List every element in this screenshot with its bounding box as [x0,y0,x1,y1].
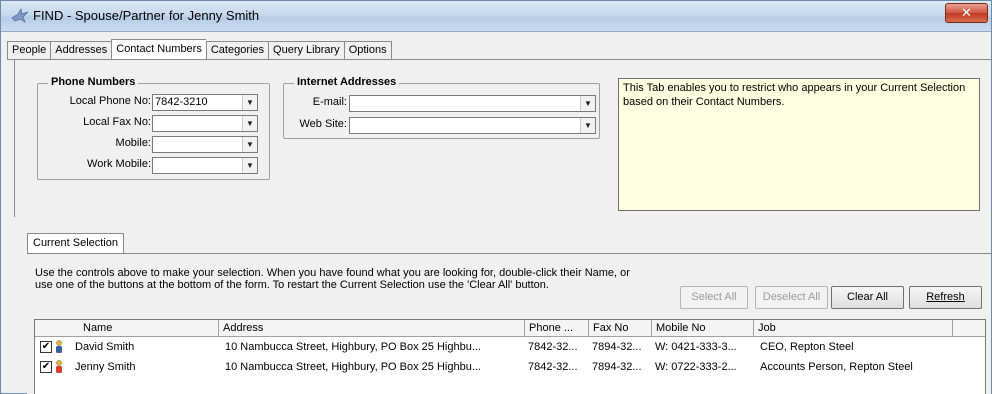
work-mobile-label: Work Mobile: [87,158,151,170]
local-phone-combo[interactable]: 7842-3210 ▼ [152,94,258,111]
email-combo[interactable]: ▼ [349,95,596,112]
refresh-button[interactable]: Refresh [909,286,982,309]
mobile-combo[interactable]: ▼ [152,136,258,153]
internet-addresses-title: Internet Addresses [294,76,400,88]
cell-name[interactable]: Jenny Smith [72,358,219,377]
cell-address: 10 Nambucca Street, Highbury, PO Box 25 … [225,341,481,353]
column-header-job[interactable]: Job [754,320,953,337]
deselect-all-button[interactable]: Deselect All [755,286,828,309]
find-window: FIND - Spouse/Partner for Jenny Smith ✕ … [0,0,992,394]
bird-icon [11,8,29,23]
table-row[interactable]: ✔ Jenny Smith 10 Nambucca Street, Highbu… [35,358,985,377]
chevron-down-icon[interactable]: ▼ [242,95,257,110]
local-fax-label: Local Fax No: [83,116,151,128]
tab-addresses[interactable]: Addresses [50,41,112,60]
cell-fax: 7894-32... [592,361,642,373]
cell-job: CEO, Repton Steel [760,341,854,353]
cell-phone: 7842-32... [528,361,578,373]
cell-job: Accounts Person, Repton Steel [760,361,913,373]
clear-all-button[interactable]: Clear All [831,286,904,309]
select-all-button[interactable]: Select All [680,286,748,309]
email-label: E-mail: [312,96,347,108]
info-box: This Tab enables you to restrict who app… [618,78,980,211]
row-checkbox[interactable]: ✔ [40,341,52,353]
local-phone-label: Local Phone No: [69,95,151,107]
person-icon [56,340,62,353]
tab-current-selection[interactable]: Current Selection [27,233,124,254]
chevron-down-icon[interactable]: ▼ [242,137,257,152]
title-bar[interactable]: FIND - Spouse/Partner for Jenny Smith ✕ [1,1,991,32]
grid-header: Name Address Phone ... Fax No Mobile No … [35,320,985,337]
column-header-phone[interactable]: Phone ... [525,320,589,337]
cell-mobile: W: 0421-333-3... [655,341,737,353]
selection-instructions: Use the controls above to make your sele… [35,267,630,291]
table-row[interactable]: ✔ David Smith 10 Nambucca Street, Highbu… [35,338,985,357]
chevron-down-icon[interactable]: ▼ [580,96,595,111]
column-header-name[interactable]: Name [35,320,219,337]
cell-address: 10 Nambucca Street, Highbury, PO Box 25 … [225,361,481,373]
tab-query-library[interactable]: Query Library [268,41,344,60]
chevron-down-icon[interactable]: ▼ [242,116,257,131]
tab-contact-numbers[interactable]: Contact Numbers [111,39,206,60]
row-checkbox[interactable]: ✔ [40,361,52,373]
cell-mobile: W: 0722-333-2... [655,361,737,373]
website-label: Web Site: [299,118,348,130]
local-fax-combo[interactable]: ▼ [152,115,258,132]
column-header-mobile[interactable]: Mobile No [652,320,754,337]
tab-options[interactable]: Options [343,41,392,60]
person-icon [56,360,62,373]
tab-people[interactable]: People [7,41,51,60]
cell-fax: 7894-32... [592,341,642,353]
main-tabs: People Addresses Contact Numbers Categor… [7,39,392,60]
selection-grid: Name Address Phone ... Fax No Mobile No … [34,319,986,394]
tab-categories[interactable]: Categories [205,41,269,60]
chevron-down-icon[interactable]: ▼ [580,118,595,133]
mobile-label: Mobile: [115,137,151,149]
cell-phone: 7842-32... [528,341,578,353]
website-combo[interactable]: ▼ [349,117,596,134]
chevron-down-icon[interactable]: ▼ [242,158,257,173]
column-header-address[interactable]: Address [219,320,525,337]
cell-name[interactable]: David Smith [72,338,219,357]
phone-numbers-title: Phone Numbers [48,76,139,88]
window-title: FIND - Spouse/Partner for Jenny Smith [33,8,260,23]
local-phone-value: 7842-3210 [155,96,208,108]
work-mobile-combo[interactable]: ▼ [152,157,258,174]
close-button[interactable]: ✕ [945,3,988,23]
column-header-fax[interactable]: Fax No [589,320,652,337]
